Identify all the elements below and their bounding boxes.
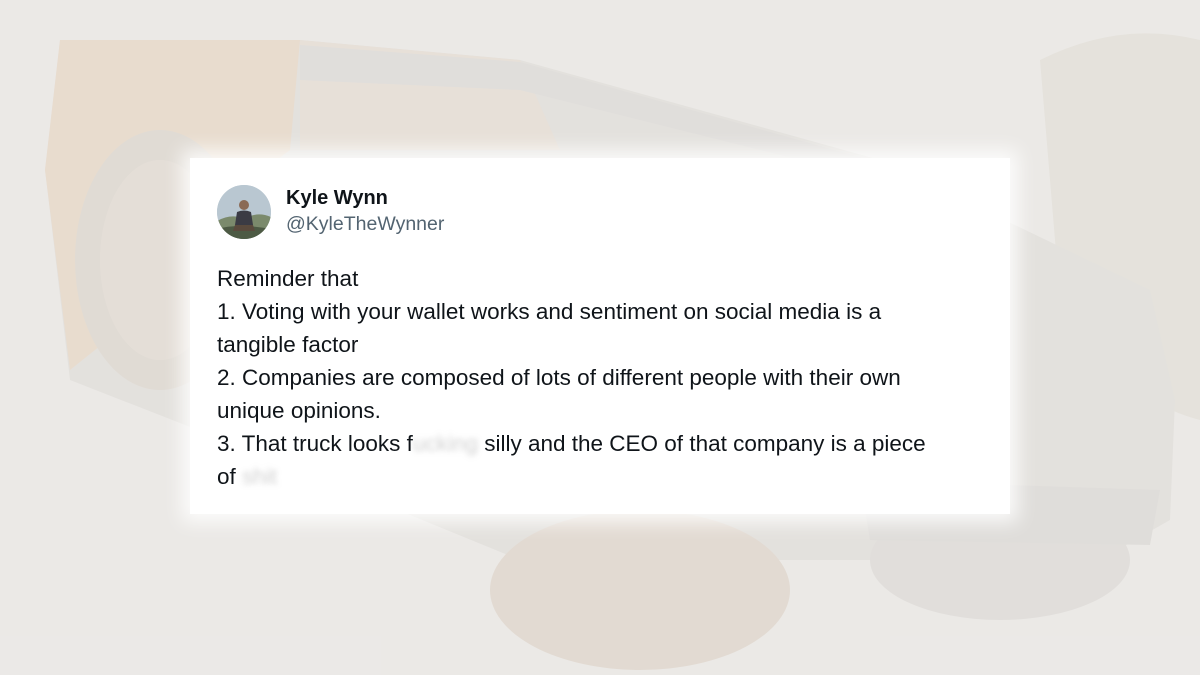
tweet-text-segment: tangible factor [217,332,359,357]
tweet-text-segment: 2. Companies are composed of lots of dif… [217,365,901,390]
tweet-text: Reminder that 1. Voting with your wallet … [217,262,984,493]
author-names: Kyle Wynn @KyleTheWynner [286,186,444,237]
tweet-text-line: Reminder that [217,262,984,295]
tweet-text-line: tangible factor [217,328,984,361]
profile-photo-icon [217,185,271,239]
censored-word: shit [242,464,278,489]
tweet-text-segment: unique opinions. [217,398,381,423]
tweet-text-segment: 1. Voting with your wallet works and sen… [217,299,882,324]
tweet-text-segment: 3. That truck looks f [217,431,413,456]
tweet-text-line: of shit [217,460,984,493]
tweet-card[interactable]: Kyle Wynn @KyleTheWynner Reminder that 1.… [190,158,1010,514]
tweet-text-segment: Reminder that [217,266,359,291]
tweet-text-line: 3. That truck looks fucking silly and th… [217,427,984,460]
avatar[interactable] [217,185,271,239]
tweet-text-segment: silly and the CEO of that company is a p… [477,431,926,456]
tweet-header: Kyle Wynn @KyleTheWynner [217,184,984,240]
author-handle[interactable]: @KyleTheWynner [286,211,444,237]
screenshot-stage: Kyle Wynn @KyleTheWynner Reminder that 1.… [0,0,1200,675]
tweet-text-line: 2. Companies are composed of lots of dif… [217,361,984,394]
tweet-text-segment: of [217,464,243,489]
censored-word: ucking [412,431,478,456]
tweet-text-line: 1. Voting with your wallet works and sen… [217,295,984,328]
tweet-text-line: unique opinions. [217,394,984,427]
author-display-name[interactable]: Kyle Wynn [286,186,444,211]
